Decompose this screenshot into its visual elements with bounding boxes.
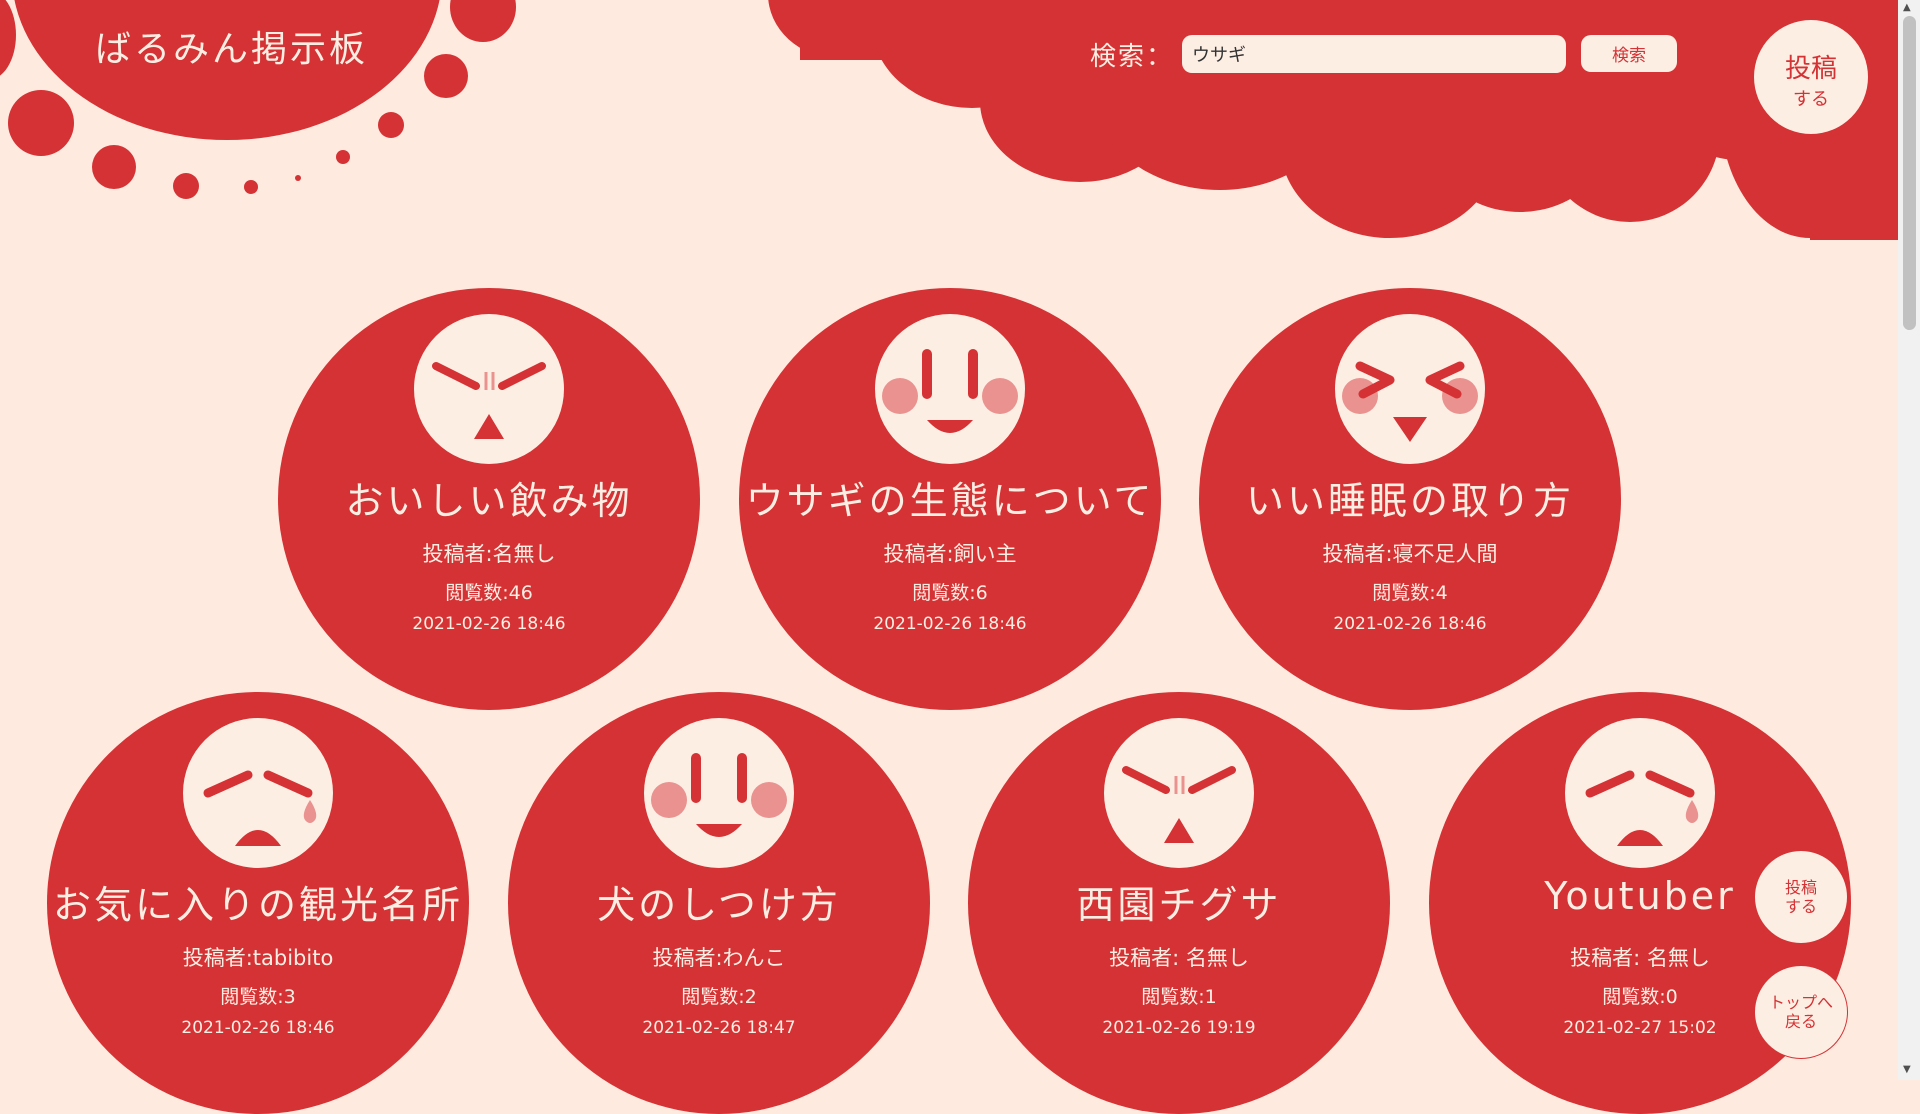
squint-face-icon (1104, 718, 1254, 868)
post-author: 投稿者:寝不足人間 (1322, 542, 1498, 566)
post-card[interactable]: いい睡眠の取り方 投稿者:寝不足人間 閲覧数:4 2021-02-26 18:4… (1199, 288, 1621, 710)
scrollbar-thumb[interactable] (1903, 16, 1916, 330)
post-author: 投稿者:tabibito (182, 946, 334, 970)
post-card[interactable]: ウサギの生態について 投稿者:飼い主 閲覧数:6 2021-02-26 18:4… (739, 288, 1161, 710)
post-views: 閲覧数:6 (912, 582, 988, 604)
decor-dot (336, 150, 350, 164)
new-post-label: 投稿 (1784, 54, 1837, 84)
post-title[interactable]: お気に入りの観光名所 (47, 874, 469, 929)
post-views: 閲覧数:1 (1141, 986, 1217, 1008)
new-post-button[interactable]: 投稿 する (1754, 20, 1868, 134)
decor-dot (92, 145, 136, 189)
search-label: 検索： (1090, 42, 1175, 72)
post-date: 2021-02-26 18:46 (412, 614, 566, 634)
post-date: 2021-02-26 18:46 (1333, 614, 1487, 634)
decor-dot (173, 173, 199, 199)
decor-dot (450, 0, 516, 42)
post-views: 閲覧数:2 (681, 986, 757, 1008)
sad-face-icon (183, 718, 333, 868)
sad-face-icon (1565, 718, 1715, 868)
post-views: 閲覧数:4 (1372, 582, 1448, 604)
smile-face-icon (875, 314, 1025, 464)
floating-post-label: 投稿 (1784, 878, 1817, 897)
back-to-top-sublabel: 戻る (1784, 1012, 1817, 1031)
post-title[interactable]: いい睡眠の取り方 (1199, 470, 1621, 525)
decor-dot (424, 54, 468, 98)
post-card[interactable]: お気に入りの観光名所 投稿者:tabibito 閲覧数:3 2021-02-26… (47, 692, 469, 1114)
scroll-down-icon[interactable]: ▼ (1903, 1064, 1911, 1075)
post-author: 投稿者: 名無し (1109, 946, 1249, 970)
post-card[interactable]: おいしい飲み物 投稿者:名無し 閲覧数:46 2021-02-26 18:46 (278, 288, 700, 710)
post-author: 投稿者:わんこ (652, 946, 786, 970)
post-title[interactable]: おいしい飲み物 (278, 470, 700, 525)
floating-post-button[interactable]: 投稿 する (1755, 851, 1847, 943)
floating-post-sublabel: する (1784, 897, 1817, 916)
post-date: 2021-02-26 18:46 (181, 1018, 335, 1038)
decor-dot (295, 175, 301, 181)
back-to-top-label: トップへ (1768, 993, 1833, 1012)
back-to-top-button[interactable]: トップへ 戻る (1755, 966, 1847, 1058)
decor-dot (244, 180, 258, 194)
site-title[interactable]: ばるみん掲示板 (95, 20, 368, 72)
post-views: 閲覧数:3 (220, 986, 296, 1008)
search-button[interactable]: 検索 (1581, 35, 1677, 72)
post-author: 投稿者:飼い主 (883, 542, 1017, 566)
excited-face-icon (1335, 314, 1485, 464)
smile-face-icon (644, 718, 794, 868)
post-title[interactable]: 西園チグサ (968, 874, 1390, 929)
post-date: 2021-02-26 18:47 (642, 1018, 796, 1038)
new-post-sublabel: する (1793, 89, 1829, 110)
search-input[interactable] (1182, 35, 1566, 73)
decor-dot (378, 112, 404, 138)
post-date: 2021-02-26 18:46 (873, 614, 1027, 634)
post-title[interactable]: 犬のしつけ方 (508, 874, 930, 929)
squint-face-icon (414, 314, 564, 464)
scroll-up-icon[interactable]: ▲ (1903, 2, 1911, 13)
post-card[interactable]: 西園チグサ 投稿者: 名無し 閲覧数:1 2021-02-26 19:19 (968, 692, 1390, 1114)
decor-dot (8, 90, 74, 156)
post-card[interactable]: 犬のしつけ方 投稿者:わんこ 閲覧数:2 2021-02-26 18:47 (508, 692, 930, 1114)
post-author: 投稿者:名無し (422, 542, 556, 566)
post-title[interactable]: ウサギの生態について (739, 470, 1161, 525)
post-date: 2021-02-26 19:19 (1102, 1018, 1256, 1038)
decor-dot (0, 0, 16, 80)
post-views: 閲覧数:46 (445, 582, 533, 604)
